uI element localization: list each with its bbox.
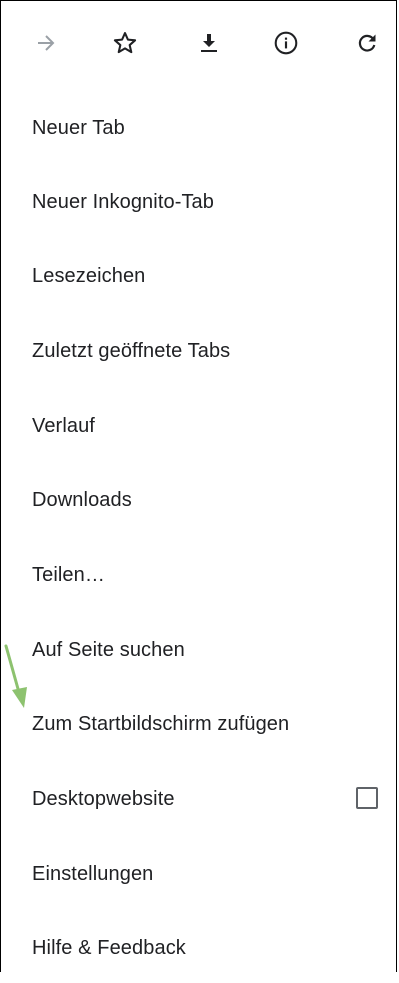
menu-item-label: Hilfe & Feedback bbox=[32, 936, 186, 959]
menu-item-recent-tabs[interactable]: Zuletzt geöffnete Tabs bbox=[1, 316, 398, 386]
download-icon bbox=[201, 34, 217, 52]
menu-item-label: Neuer Inkognito-Tab bbox=[32, 190, 215, 213]
menu-item-downloads[interactable]: Downloads bbox=[1, 465, 398, 535]
menu-item-label: Auf Seite suchen bbox=[32, 638, 185, 661]
menu-item-label: Lesezeichen bbox=[32, 264, 146, 287]
annotation-arrow-icon bbox=[4, 644, 27, 708]
menu-item-settings[interactable]: Einstellungen bbox=[1, 839, 398, 909]
menu-item-label: Einstellungen bbox=[32, 862, 154, 885]
menu-item-history[interactable]: Verlauf bbox=[1, 391, 398, 461]
reload-button[interactable] bbox=[345, 21, 389, 65]
menu-item-label: Zuletzt geöffnete Tabs bbox=[32, 339, 231, 362]
browser-overflow-menu: Neuer Tab Neuer Inkognito-Tab Lesezeiche… bbox=[0, 0, 397, 972]
menu-item-label: Zum Startbildschirm zufügen bbox=[32, 712, 290, 735]
menu-item-add-to-home-screen[interactable]: Zum Startbildschirm zufügen bbox=[1, 689, 398, 759]
menu-item-new-incognito-tab[interactable]: Neuer Inkognito-Tab bbox=[1, 167, 398, 237]
menu-item-bookmarks[interactable]: Lesezeichen bbox=[1, 241, 398, 311]
info-icon bbox=[274, 31, 298, 55]
menu-item-label: Verlauf bbox=[32, 414, 95, 437]
menu-item-share[interactable]: Teilen… bbox=[1, 540, 398, 610]
page-info-button[interactable] bbox=[264, 21, 308, 65]
download-page-button[interactable] bbox=[187, 21, 231, 65]
menu-item-label: Downloads bbox=[32, 488, 132, 511]
menu-item-help-feedback[interactable]: Hilfe & Feedback bbox=[1, 913, 398, 983]
desktop-site-checkbox[interactable] bbox=[356, 787, 378, 809]
bookmark-button[interactable] bbox=[103, 21, 147, 65]
reload-icon bbox=[358, 34, 376, 52]
menu-toolbar bbox=[1, 21, 398, 65]
menu-item-label: Teilen… bbox=[32, 563, 105, 586]
menu-item-label: Desktopwebsite bbox=[32, 787, 175, 810]
forward-arrow-icon bbox=[38, 35, 55, 51]
menu-item-find-in-page[interactable]: Auf Seite suchen bbox=[1, 615, 398, 685]
menu-item-new-tab[interactable]: Neuer Tab bbox=[1, 93, 398, 163]
bookmark-star-icon bbox=[113, 32, 137, 54]
menu-item-label: Neuer Tab bbox=[32, 116, 125, 139]
forward-button[interactable] bbox=[24, 21, 68, 65]
menu-item-desktop-site[interactable]: Desktopwebsite bbox=[1, 764, 398, 834]
